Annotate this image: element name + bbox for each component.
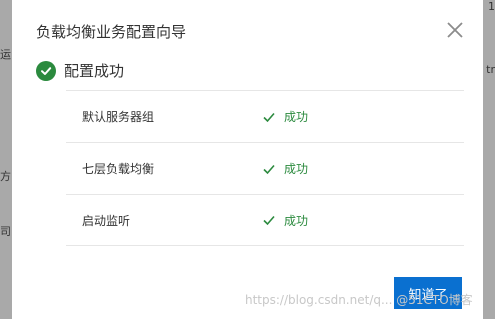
close-icon [447,22,463,38]
watermark-text: https://blog.csdn.net/q... @51CTO博客 [245,293,473,307]
result-status-text: 成功 [284,162,309,176]
result-status: 成功 [262,212,308,229]
background-text: 运 [0,48,11,61]
result-label: 启动监听 [82,213,131,228]
result-status-text: 成功 [284,110,309,124]
dialog-title: 负载均衡业务配置向导 [36,23,187,41]
background-text: 方 [0,170,11,183]
success-header: 配置成功 [36,60,124,81]
result-status: 成功 [262,108,308,125]
result-label: 默认服务器组 [82,110,155,124]
result-status-text: 成功 [284,213,309,228]
result-list: 默认服务器组 成功 七层负载均衡 成功 启动监听 成功 [66,90,464,246]
result-status: 成功 [262,160,308,177]
background-text: 司 [0,225,11,238]
check-icon [263,215,275,226]
background-text: tr [486,63,495,76]
result-label: 七层负载均衡 [82,162,155,176]
result-row: 默认服务器组 成功 [66,90,464,142]
config-wizard-dialog: 负载均衡业务配置向导 配置成功 默认服务器组 成功 七层负载均衡 成功 启动监听… [12,0,483,319]
close-button[interactable] [445,20,465,40]
check-circle-icon [36,60,56,81]
result-row: 七层负载均衡 成功 [66,142,464,194]
success-title: 配置成功 [64,62,125,80]
result-row: 启动监听 成功 [66,194,464,246]
background-text: 1 [488,0,495,13]
check-icon [263,112,275,122]
check-icon [263,164,275,174]
